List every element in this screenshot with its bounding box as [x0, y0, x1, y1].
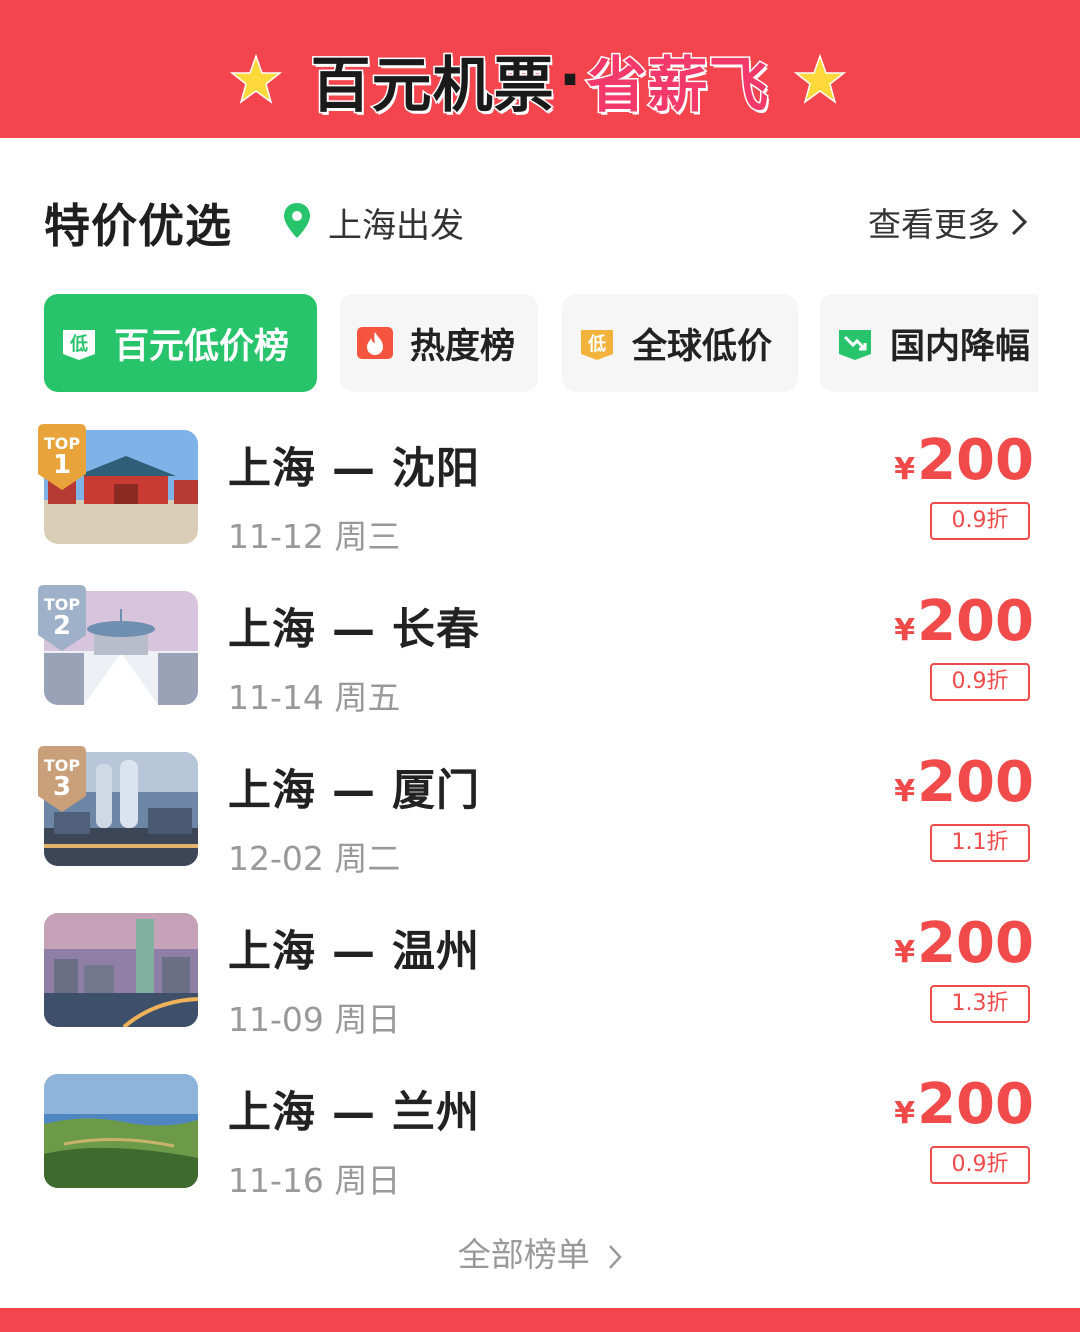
all-rankings-label: 全部榜单	[457, 1235, 590, 1274]
flight-date: 11-16 周日	[228, 1161, 401, 1200]
currency-symbol: ¥	[894, 452, 916, 487]
tab-global-low-price[interactable]: 低 全球低价	[562, 294, 798, 392]
view-more-label: 查看更多	[868, 205, 1000, 244]
discount-badge: 0.9折	[930, 663, 1030, 701]
promo-banner[interactable]: 百元机票 · 省薪飞	[0, 0, 1080, 138]
price: ¥ 200	[894, 750, 1034, 815]
tab-label: 百元低价榜	[114, 326, 290, 367]
tab-label: 全球低价	[632, 326, 773, 367]
price-amount: 200	[917, 428, 1034, 493]
destination-image	[44, 913, 198, 1027]
rank-badge-1: TOP 1	[38, 424, 86, 494]
rank-number: 3	[52, 772, 72, 802]
low-price-tag-icon: 低	[581, 330, 613, 360]
tab-label: 国内降幅	[890, 326, 1031, 367]
flight-date: 12-02 周二	[228, 839, 401, 878]
rank-number: 1	[52, 450, 72, 480]
all-rankings-link[interactable]: 全部榜单	[0, 1228, 1080, 1276]
rank-badge-2: TOP 2	[38, 585, 86, 655]
list-item[interactable]: TOP 3 上海 — 厦门 12-02 周二 ¥ 200 1.1折	[0, 746, 1080, 912]
svg-text:低: 低	[587, 333, 606, 355]
currency-symbol: ¥	[894, 613, 916, 648]
flight-date: 11-12 周三	[228, 517, 401, 556]
price-amount: 200	[917, 911, 1034, 976]
tab-label: 热度榜	[410, 326, 516, 367]
svg-text:低: 低	[69, 333, 88, 355]
flame-icon	[357, 327, 393, 359]
discount-badge: 1.3折	[930, 985, 1030, 1023]
list-item[interactable]: TOP 2 上海 — 长春 11-14 周五 ¥ 200 0.9折	[0, 585, 1080, 751]
price: ¥ 200	[894, 1072, 1034, 1137]
low-price-tag-icon: 低	[63, 330, 95, 360]
star-icon	[793, 53, 847, 104]
banner-title: 百元机票 · 省薪飞	[0, 40, 1080, 122]
price: ¥ 200	[894, 589, 1034, 654]
chevron-right-icon	[609, 1244, 622, 1269]
route-text: 上海 — 厦门	[228, 766, 480, 816]
tab-hundred-yuan-low-price[interactable]: 低 百元低价榜	[44, 294, 317, 392]
currency-symbol: ¥	[894, 1096, 916, 1131]
section-title: 特价优选	[44, 199, 232, 253]
river-city-photo	[44, 913, 198, 1027]
flight-date: 11-09 周日	[228, 1000, 401, 1039]
discount-badge: 0.9折	[930, 1146, 1030, 1184]
route-text: 上海 — 温州	[228, 927, 480, 977]
price: ¥ 200	[894, 428, 1034, 493]
tab-domestic-price-drop[interactable]: 国内降幅	[820, 294, 1038, 392]
ranking-tabs: 低 百元低价榜 热度榜 低 全球低价 国内降幅	[44, 294, 1038, 392]
route-text: 上海 — 长春	[228, 605, 480, 655]
banner-title-dot: ·	[558, 45, 583, 115]
flight-date: 11-14 周五	[228, 678, 401, 717]
banner-title-accent: 省薪飞	[585, 49, 770, 122]
destination-image	[44, 1074, 198, 1188]
bottom-bar	[0, 1308, 1080, 1332]
banner-title-main: 百元机票	[309, 49, 555, 122]
discount-badge: 0.9折	[930, 502, 1030, 540]
price-amount: 200	[917, 1072, 1034, 1137]
chevron-right-icon	[1011, 208, 1028, 236]
list-item[interactable]: 上海 — 兰州 11-16 周日 ¥ 200 0.9折	[0, 1072, 1080, 1234]
location-pin-icon	[284, 203, 310, 238]
tab-popularity[interactable]: 热度榜	[340, 294, 538, 392]
price: ¥ 200	[894, 911, 1034, 976]
price-amount: 200	[917, 589, 1034, 654]
route-text: 上海 — 兰州	[228, 1088, 480, 1138]
view-more-link[interactable]: 查看更多	[868, 198, 1028, 246]
currency-symbol: ¥	[894, 774, 916, 809]
list-item[interactable]: TOP 1 上海 — 沈阳 11-12 周三 ¥ 200 0.9折	[0, 424, 1080, 590]
route-text: 上海 — 沈阳	[228, 444, 480, 494]
rank-number: 2	[52, 611, 72, 641]
currency-symbol: ¥	[894, 935, 916, 970]
landscape-photo	[44, 1074, 198, 1188]
price-amount: 200	[917, 750, 1034, 815]
discount-badge: 1.1折	[930, 824, 1030, 862]
rank-badge-3: TOP 3	[38, 746, 86, 816]
trend-down-icon	[839, 330, 871, 360]
list-item[interactable]: 上海 — 温州 11-09 周日 ¥ 200 1.3折	[0, 911, 1080, 1073]
departure-city[interactable]: 上海出发	[328, 198, 464, 247]
